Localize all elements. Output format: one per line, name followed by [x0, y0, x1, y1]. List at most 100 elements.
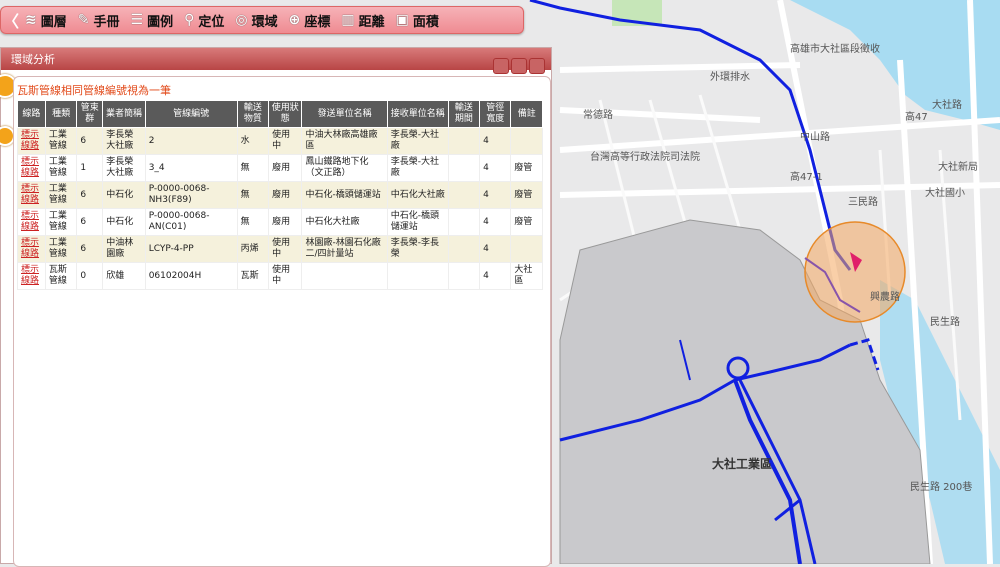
table-cell: 中石化	[102, 208, 146, 236]
table-cell: 李長榮-李長榮	[386, 235, 449, 263]
table-row: 標示線路 工業管線 6 中油林園廠 LCYP-4-PP 丙烯 使用中 林園廠-林園石化廠二/四…	[17, 235, 543, 263]
svg-text:大社工業區: 大社工業區	[712, 456, 772, 471]
table-cell: 2	[144, 127, 238, 155]
column-header: 輸送期間	[447, 100, 481, 128]
buffer-icon: ◎	[235, 12, 248, 28]
table-cell: 廢管	[510, 181, 543, 209]
table-cell: 4	[479, 127, 512, 155]
coordinate-label: 座標	[304, 14, 331, 30]
table-header: 線路 種類 管束群 業者簡稱 管線編號 輸送物質 使用狀態 發送單位名稱 接收單位名稱 輸送期間管…	[17, 100, 543, 128]
table-cell	[447, 127, 481, 155]
table-cell: 4	[479, 262, 512, 290]
locate-button[interactable]: ⚲ 定位	[180, 7, 231, 33]
column-header: 管束群	[76, 100, 104, 128]
table-cell: 大社區	[510, 262, 543, 290]
table-cell: 李長榮大社廠	[102, 127, 146, 155]
table-cell: 工業管線	[44, 208, 78, 236]
svg-text:高雄市大社區段徵收: 高雄市大社區段徵收	[790, 42, 880, 55]
panel-title: 環域分析	[11, 53, 55, 66]
coordinate-button[interactable]: ⊕ 座標	[285, 7, 338, 33]
buffer-label: 環域	[251, 14, 278, 30]
buffer-button[interactable]: ◎ 環域	[231, 7, 284, 33]
table-cell: 4	[479, 208, 512, 236]
show-route-link[interactable]: 標示線路	[17, 127, 46, 155]
window-controls	[493, 58, 545, 74]
table-cell: 水	[236, 127, 270, 155]
layers-label: 圖層	[40, 14, 67, 30]
table-cell: 中油大林廠高雄廠區	[301, 127, 388, 155]
table-cell	[447, 235, 481, 263]
table-cell: 李長榮大社廠	[102, 154, 146, 182]
table-cell	[447, 262, 481, 290]
column-header: 管徑寬度	[479, 100, 512, 128]
table-cell: 廢用	[268, 154, 303, 182]
table-cell: 瓦斯	[236, 262, 270, 290]
svg-text:外環排水: 外環排水	[710, 70, 750, 83]
table-row: 標示線路 工業管線 6 李長榮大社廠 2 水使用中 中油大林廠高雄廠區 李長榮-大社廠 4	[17, 127, 543, 155]
crosshair-icon: ⊕	[288, 12, 301, 28]
table-cell: 廢管	[510, 208, 543, 236]
table-cell: 中油林園廠	[102, 235, 146, 263]
table-cell: 6	[76, 127, 104, 155]
distance-button[interactable]: ▥ 距離	[337, 7, 391, 33]
table-row: 標示線路 工業管線 1 李長榮大社廠 3_4 無廢用 鳳山鐵路地下化（文正路） 李長榮-大社廠…	[17, 154, 543, 182]
panel-header[interactable]: 環域分析	[1, 48, 551, 74]
book-icon: ✎	[77, 12, 90, 28]
table-row: 標示線路 工業管線 6 中石化 P-0000-0068-AN(C01) 無廢用 中石化大社廠…	[17, 208, 543, 236]
table-cell: 中石化大社廠	[301, 208, 388, 236]
svg-text:民生路 200巷: 民生路 200巷	[910, 480, 972, 493]
column-header: 線路	[17, 100, 46, 128]
svg-text:大社新局: 大社新局	[938, 160, 978, 173]
table-cell: 中石化-橋頭儲運站	[301, 181, 388, 209]
ruler-icon: ▥	[341, 12, 355, 28]
maximize-icon[interactable]	[511, 58, 527, 74]
table-cell: 中石化大社廠	[386, 181, 449, 209]
table-cell	[510, 127, 543, 155]
area-button[interactable]: ▣ 面積	[392, 7, 446, 33]
table-cell	[447, 154, 481, 182]
table-cell	[510, 235, 543, 263]
show-route-link[interactable]: 標示線路	[17, 262, 46, 290]
show-route-link[interactable]: 標示線路	[17, 208, 46, 236]
manual-button[interactable]: ✎ 手冊	[74, 7, 127, 33]
table-cell: 鳳山鐵路地下化（文正路）	[301, 154, 388, 182]
locate-label: 定位	[198, 14, 225, 30]
show-route-link[interactable]: 標示線路	[17, 181, 46, 209]
table-cell: 使用中	[268, 235, 303, 263]
result-caption: 瓦斯管線相同管線編號視為一筆	[17, 84, 171, 97]
pipeline-table: 線路 種類 管束群 業者簡稱 管線編號 輸送物質 使用狀態 發送單位名稱 接收單位名稱 輸送期間管…	[17, 100, 543, 290]
column-header: 種類	[44, 100, 78, 128]
table-cell	[447, 208, 481, 236]
table-cell: 使用中	[268, 262, 303, 290]
legend-label: 圖例	[147, 14, 174, 30]
layers-button[interactable]: ≋ 圖層	[21, 7, 74, 33]
table-cell	[301, 262, 388, 290]
table-cell: 廢管	[510, 154, 543, 182]
table-cell: 6	[76, 235, 104, 263]
table-cell: P-0000-0068-NH3(F89)	[144, 181, 238, 209]
layers-icon: ≋	[25, 12, 37, 28]
svg-text:高47-1: 高47-1	[790, 170, 823, 183]
svg-text:大社路: 大社路	[932, 98, 962, 111]
manual-label: 手冊	[93, 14, 120, 30]
table-cell: P-0000-0068-AN(C01)	[144, 208, 238, 236]
table-row: 標示線路 工業管線 6 中石化 P-0000-0068-NH3(F89) 無廢用 中石化-橋…	[17, 181, 543, 209]
table-cell: 使用中	[268, 127, 303, 155]
table-cell: 林園廠-林園石化廠二/四計量站	[301, 235, 388, 263]
column-header: 使用狀態	[268, 100, 303, 128]
close-icon[interactable]	[529, 58, 545, 74]
back-icon[interactable]: 〈	[1, 7, 21, 33]
table-cell: 1	[76, 154, 104, 182]
table-cell: 廢用	[268, 181, 303, 209]
area-icon: ▣	[395, 12, 409, 28]
table-cell: 4	[479, 181, 512, 209]
svg-text:興農路: 興農路	[870, 290, 900, 303]
legend-button[interactable]: ☰ 圖例	[127, 7, 181, 33]
show-route-link[interactable]: 標示線路	[17, 235, 46, 263]
table-cell: 工業管線	[44, 154, 78, 182]
minimize-icon[interactable]	[493, 58, 509, 74]
table-cell	[447, 181, 481, 209]
table-cell: 廢用	[268, 208, 303, 236]
show-route-link[interactable]: 標示線路	[17, 154, 46, 182]
table-cell: LCYP-4-PP	[144, 235, 238, 263]
